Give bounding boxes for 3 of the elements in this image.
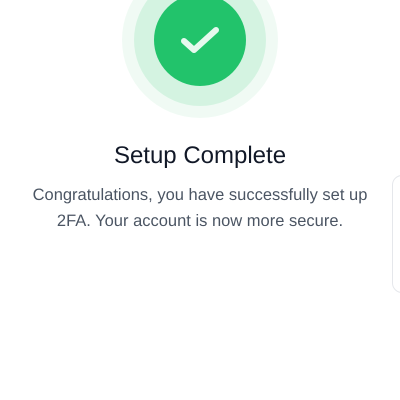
setup-title: Setup Complete <box>112 141 288 171</box>
checkmark-icon <box>180 25 220 55</box>
success-message: Congratulations, you have successfully set up 2FA. Your account is now more secure. <box>32 185 368 232</box>
